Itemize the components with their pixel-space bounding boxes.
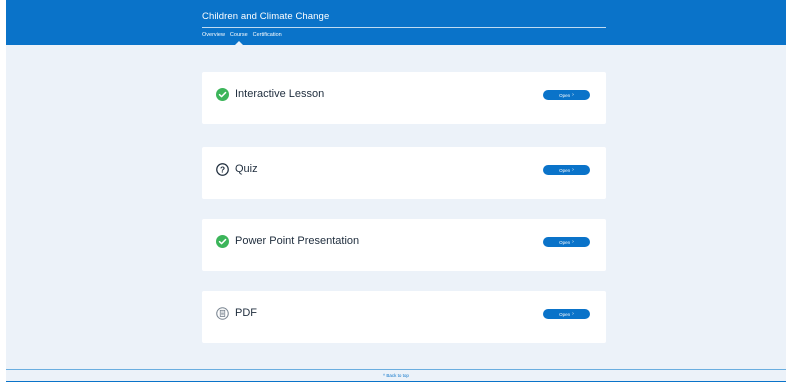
card-title: Power Point Presentation bbox=[235, 235, 360, 247]
check-circle-icon bbox=[216, 88, 229, 101]
document-circle-icon bbox=[216, 307, 229, 320]
svg-text:?: ? bbox=[220, 164, 225, 174]
chevron-right-icon: › bbox=[572, 239, 574, 245]
card-title: PDF bbox=[235, 307, 257, 319]
course-nav: Overview Course Certification bbox=[202, 32, 282, 38]
tab-overview[interactable]: Overview bbox=[202, 32, 225, 38]
open-button[interactable]: Open › bbox=[543, 90, 590, 100]
open-button-label: Open bbox=[559, 311, 571, 317]
footer-bottom-line bbox=[6, 381, 786, 382]
open-button[interactable]: Open › bbox=[543, 309, 590, 319]
card-interactive-lesson: Interactive Lesson Open › bbox=[202, 72, 606, 124]
card-power-point-presentation: Power Point Presentation Open › bbox=[202, 219, 606, 271]
course-title: Children and Climate Change bbox=[202, 11, 330, 22]
open-button[interactable]: Open › bbox=[543, 237, 590, 247]
tab-certification[interactable]: Certification bbox=[253, 32, 282, 38]
chevron-right-icon: › bbox=[572, 311, 574, 317]
card-quiz: ? Quiz Open › bbox=[202, 147, 606, 199]
card-title: Interactive Lesson bbox=[235, 88, 325, 100]
question-circle-icon: ? bbox=[216, 163, 229, 176]
chevron-right-icon: › bbox=[572, 167, 574, 173]
card-pdf: PDF Open › bbox=[202, 291, 606, 343]
page-frame: Children and Climate Change Overview Cou… bbox=[6, 0, 786, 382]
back-to-top-label: Back to top bbox=[386, 373, 409, 378]
check-circle-icon bbox=[216, 235, 229, 248]
tab-course[interactable]: Course bbox=[230, 32, 248, 38]
footer-divider bbox=[6, 369, 786, 370]
open-button-label: Open bbox=[559, 167, 571, 173]
course-header: Children and Climate Change Overview Cou… bbox=[6, 0, 786, 45]
back-to-top-link[interactable]: ^ Back to top bbox=[6, 373, 786, 378]
open-button-label: Open bbox=[559, 239, 571, 245]
chevron-right-icon: › bbox=[572, 92, 574, 98]
header-divider bbox=[202, 27, 606, 28]
open-button-label: Open bbox=[559, 92, 571, 98]
open-button[interactable]: Open › bbox=[543, 165, 590, 175]
card-title: Quiz bbox=[235, 163, 258, 175]
